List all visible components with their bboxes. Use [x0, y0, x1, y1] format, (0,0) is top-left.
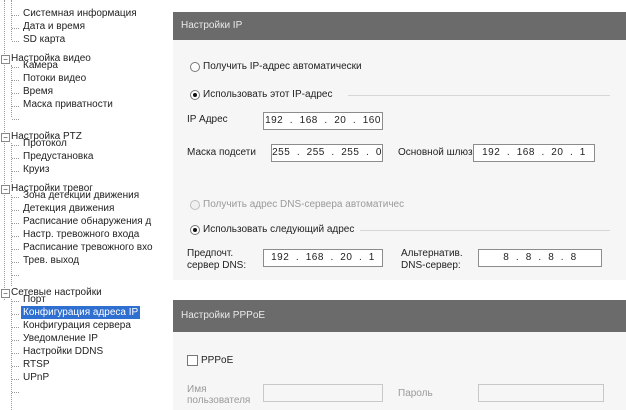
tree-item-motion-detect[interactable]: Детекция движения: [21, 202, 116, 215]
subnet-mask-label: Маска подсети: [187, 147, 256, 158]
dns-auto-radio[interactable]: [190, 200, 200, 210]
tree-item-sdcard[interactable]: SD карта: [21, 33, 67, 46]
tree-connector: [12, 366, 19, 367]
tree-connector: [11, 0, 12, 40]
preferred-dns-label-line1: Предпочт.: [187, 248, 234, 259]
tree-connector: [11, 195, 12, 286]
alt-dns-label: Альтернатив. DNS-сервер:: [401, 248, 463, 272]
tree-connector: [12, 236, 19, 237]
tree-connector: [12, 15, 19, 16]
tree-connector: [12, 67, 19, 68]
tree-item-server-config[interactable]: Конфигурация сервера: [21, 319, 133, 332]
tree-connector: [12, 353, 19, 354]
alt-dns-label-line1: Альтернатив.: [401, 248, 463, 259]
tree-connector: [4, 0, 5, 300]
username-label: Имя пользователя: [187, 384, 250, 406]
tree-connector: [12, 119, 19, 120]
tree-item-alarm-schedule[interactable]: Расписание тревожного вхо: [21, 241, 155, 254]
tree-item-privacy-spacer: [21, 111, 25, 124]
tree-connector: [12, 314, 19, 315]
tree-connector: [12, 210, 19, 211]
pppoe-settings-header: Настройки PPPoE: [173, 300, 626, 332]
tree-connector: [12, 392, 19, 393]
tree-connector: [12, 197, 19, 198]
tree-item-ip-notify[interactable]: Уведомление IP: [21, 332, 100, 345]
tree-item-rtsp[interactable]: RTSP: [21, 358, 52, 371]
ip-settings-body: Получить IP-адрес автоматически Использо…: [173, 40, 626, 280]
preferred-dns-label: Предпочт. сервер DNS:: [187, 248, 246, 272]
manual-ip-label[interactable]: Использовать этот IP-адрес: [203, 89, 332, 100]
auto-ip-radio[interactable]: [190, 62, 200, 72]
manual-ip-radio[interactable]: [190, 90, 200, 100]
gateway-input[interactable]: 192 . 168 . 20 . 1: [473, 144, 595, 162]
tree-item-sysinfo[interactable]: Системная информация: [21, 7, 139, 20]
tree-connector: [12, 379, 19, 380]
password-label: Пароль: [398, 388, 433, 399]
alt-dns-input[interactable]: 8 . 8 . 8 . 8: [478, 249, 602, 267]
tree-item-camera[interactable]: Камера: [21, 59, 60, 72]
tree-connector: [12, 106, 19, 107]
username-label-line2: пользователя: [187, 395, 251, 406]
tree-connector: [11, 65, 12, 117]
tree-item-datetime[interactable]: Дата и время: [21, 20, 87, 33]
tree-item-time[interactable]: Время: [21, 85, 55, 98]
group-divider: [360, 230, 610, 231]
preferred-dns-input[interactable]: 192 . 168 . 20 . 1: [263, 249, 383, 267]
username-label-line1: Имя: [187, 384, 207, 395]
subnet-mask-input[interactable]: 255 . 255 . 255 . 0: [271, 144, 383, 162]
alt-dns-label-line2: DNS-сервер:: [401, 260, 461, 271]
ip-address-input[interactable]: 192 . 168 . 20 . 160: [263, 112, 383, 130]
tree-item-upnp[interactable]: UPnP: [21, 371, 51, 384]
tree-item-preset[interactable]: Предустановка: [21, 150, 95, 163]
dns-manual-radio[interactable]: [190, 225, 200, 235]
tree-item-privacy[interactable]: Маска приватности: [21, 98, 115, 111]
dns-auto-label[interactable]: Получить адрес DNS-сервера автоматичес: [203, 199, 404, 210]
username-input[interactable]: [263, 384, 383, 402]
pppoe-settings-body: PPPoE Имя пользователя Пароль: [173, 332, 626, 410]
tree-connector: [12, 93, 19, 94]
tree-connector: [12, 340, 19, 341]
pppoe-label[interactable]: PPPoE: [201, 355, 233, 366]
tree-connector: [12, 41, 19, 42]
preferred-dns-label-line2: сервер DNS:: [187, 260, 247, 271]
tree-connector: [12, 28, 19, 29]
tree-connector: [12, 301, 19, 302]
tree-item-alarm-input[interactable]: Настр. тревожного входа: [21, 228, 141, 241]
tree-connector: [12, 80, 19, 81]
tree-connector: [12, 158, 19, 159]
tree-item-motion-zone[interactable]: Зона детекции движения: [21, 189, 141, 202]
tree-connector: [12, 249, 19, 250]
group-divider: [348, 95, 610, 96]
pppoe-checkbox[interactable]: [187, 355, 198, 366]
tree-item-detect-schedule[interactable]: Расписание обнаружения д: [21, 215, 153, 228]
tree-connector: [11, 299, 12, 410]
tree-connector: [12, 275, 19, 276]
tree-connector: [11, 143, 12, 182]
ip-config-panel: Настройки IP Получить IP-адрес автоматич…: [173, 0, 626, 410]
tree-connector: [12, 145, 19, 146]
tree-connector: [12, 223, 19, 224]
tree-connector: [12, 327, 19, 328]
tree-item-protocol[interactable]: Протокол: [21, 137, 69, 150]
tree-item-port[interactable]: Порт: [21, 293, 48, 306]
splitter[interactable]: [165, 0, 173, 410]
password-input[interactable]: [478, 384, 604, 402]
tree-item-ip-config[interactable]: Конфигурация адреса IP: [21, 306, 141, 319]
ip-address-label: IP Адрес: [187, 114, 228, 125]
auto-ip-label[interactable]: Получить IP-адрес автоматически: [203, 61, 362, 72]
tree-item-ddns[interactable]: Настройки DDNS: [21, 345, 105, 358]
ip-settings-header: Настройки IP: [173, 12, 626, 40]
gateway-label: Основной шлюз: [398, 147, 473, 158]
tree-connector: [12, 262, 19, 263]
tree-item-cruise[interactable]: Круиз: [21, 163, 51, 176]
tree-connector: [12, 171, 19, 172]
settings-tree: − − − − Системная информация Дата и врем…: [0, 0, 165, 410]
tree-item-streams[interactable]: Потоки видео: [21, 72, 88, 85]
dns-manual-label[interactable]: Использовать следующий адрес: [203, 224, 354, 235]
tree-item-alarm-output[interactable]: Трев. выход: [21, 254, 81, 267]
